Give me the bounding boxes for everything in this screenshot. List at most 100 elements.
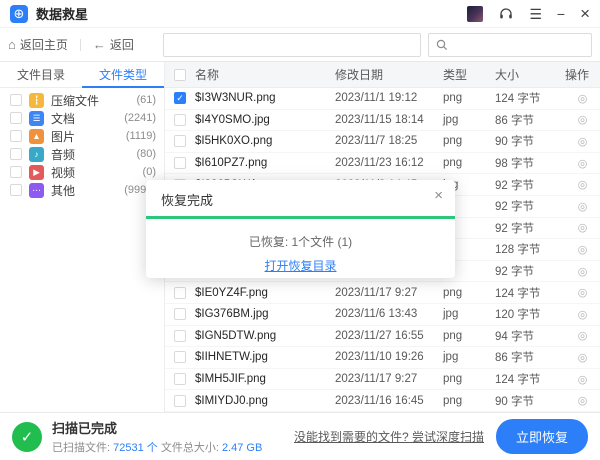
minimize-icon[interactable]: − [557, 7, 565, 21]
table-row[interactable]: ✓ $I610PZ7.png 2023/11/23 16:12 png 98 字… [165, 153, 600, 175]
row-checkbox[interactable]: ✓ [174, 373, 186, 385]
home-label: 返回主页 [20, 36, 68, 53]
app-title: 数据救星 [36, 4, 88, 23]
table-row[interactable]: ✓ $IG376BM.jpg 2023/11/6 13:43 jpg 120 字… [165, 304, 600, 326]
row-checkbox[interactable]: ✓ [174, 330, 186, 342]
checkbox[interactable]: ✓ [10, 184, 22, 196]
preview-eye-icon[interactable]: ◎ [578, 287, 588, 299]
row-checkbox[interactable]: ✓ [174, 157, 186, 169]
preview-eye-icon[interactable]: ◎ [578, 93, 588, 105]
table-row[interactable]: ✓ $IIHNETW.jpg 2023/11/10 19:26 jpg 86 字… [165, 347, 600, 369]
table-row[interactable]: ✓ $IMH5JIF.png 2023/11/17 9:27 png 124 字… [165, 369, 600, 391]
file-size: 94 字节 [495, 328, 565, 344]
file-size: 124 字节 [495, 285, 565, 301]
close-icon[interactable]: × [580, 7, 590, 21]
file-size: 98 字节 [495, 155, 565, 171]
headset-icon[interactable] [498, 6, 514, 22]
table-row[interactable]: ✓ $IE0YZ4F.png 2023/11/17 9:27 png 124 字… [165, 282, 600, 304]
file-size: 92 字节 [495, 198, 565, 214]
dialog-close-icon[interactable]: × [434, 187, 443, 204]
checkbox[interactable]: ✓ [10, 94, 22, 106]
file-size: 92 字节 [495, 220, 565, 236]
file-date: 2023/11/7 18:25 [335, 135, 443, 147]
scanned-count: 72531 个 [113, 442, 158, 454]
preview-eye-icon[interactable]: ◎ [578, 352, 588, 364]
file-type-icon: ⋯ [29, 183, 44, 198]
file-type: jpg [443, 114, 495, 126]
row-checkbox[interactable]: ✓ [174, 351, 186, 363]
preview-eye-icon[interactable]: ◎ [578, 201, 588, 213]
row-checkbox[interactable]: ✓ [174, 114, 186, 126]
preview-eye-icon[interactable]: ◎ [578, 266, 588, 278]
checkbox[interactable]: ✓ [10, 148, 22, 160]
open-recovery-folder-link[interactable]: 打开恢复目录 [146, 257, 455, 274]
user-avatar[interactable] [467, 6, 483, 22]
row-checkbox[interactable]: ✓ [174, 287, 186, 299]
select-all-checkbox[interactable]: ✓ [174, 69, 186, 81]
back-button[interactable]: ← 返回 [93, 36, 134, 53]
preview-eye-icon[interactable]: ◎ [578, 395, 588, 407]
check-icon: ✓ [175, 93, 185, 104]
file-type-icon: ▲ [29, 129, 44, 144]
row-checkbox[interactable]: ✓ [174, 395, 186, 407]
checkbox[interactable]: ✓ [10, 166, 22, 178]
file-type: jpg [443, 351, 495, 363]
preview-eye-icon[interactable]: ◎ [578, 179, 588, 191]
file-name: $IIHNETW.jpg [195, 351, 335, 363]
home-button[interactable]: ⌂ 返回主页 [8, 36, 68, 53]
header-action: 操作 [565, 66, 600, 83]
file-date: 2023/11/27 16:55 [335, 330, 443, 342]
file-type-icon: ☰ [29, 111, 44, 126]
total-size-value: 2.47 GB [222, 442, 262, 454]
tab-file-type[interactable]: 文件类型 [82, 62, 164, 87]
menu-icon[interactable]: ☰ [529, 7, 542, 21]
checkbox[interactable]: ✓ [10, 130, 22, 142]
sidebar: 文件目录 文件类型 ✓ ┇ 压缩文件 (61) ✓ ☰ 文档 [0, 62, 165, 412]
file-type: png [443, 330, 495, 342]
file-name: $I5HK0XO.png [195, 135, 335, 147]
preview-eye-icon[interactable]: ◎ [578, 158, 588, 170]
row-checkbox[interactable]: ✓ [174, 308, 186, 320]
home-icon: ⌂ [8, 37, 16, 52]
file-type-item[interactable]: ✓ ▲ 图片 (1119) [0, 127, 164, 145]
app-logo-icon: ⊕ [10, 5, 28, 23]
search-input[interactable] [453, 38, 584, 52]
search-box[interactable] [428, 33, 592, 57]
file-type: jpg [443, 308, 495, 320]
preview-eye-icon[interactable]: ◎ [578, 114, 588, 126]
dialog-message: 已恢复: 1个文件 (1) [146, 233, 455, 250]
file-size: 92 字节 [495, 177, 565, 193]
row-checkbox[interactable]: ✓ [174, 135, 186, 147]
total-size-label: 文件总大小: [158, 442, 222, 454]
file-type-icon: ┇ [29, 93, 44, 108]
checkbox[interactable]: ✓ [10, 112, 22, 124]
preview-eye-icon[interactable]: ◎ [578, 244, 588, 256]
sidebar-tabs: 文件目录 文件类型 [0, 62, 164, 88]
tab-file-directory[interactable]: 文件目录 [0, 62, 82, 87]
recover-now-button[interactable]: 立即恢复 [496, 419, 588, 454]
scan-status-detail: 已扫描文件: 72531 个 文件总大小: 2.47 GB [52, 439, 262, 455]
path-input[interactable] [163, 33, 421, 57]
deep-scan-link[interactable]: 没能找到需要的文件? 尝试深度扫描 [294, 428, 484, 445]
row-checkbox[interactable]: ✓ [174, 92, 186, 104]
file-size: 128 字节 [495, 241, 565, 257]
table-row[interactable]: ✓ $IMIYDJ0.png 2023/11/16 16:45 png 90 字… [165, 390, 600, 412]
table-row[interactable]: ✓ $I3W3NUR.png 2023/11/1 19:12 png 124 字… [165, 88, 600, 110]
file-type-item[interactable]: ✓ ♪ 音频 (80) [0, 145, 164, 163]
file-type-item[interactable]: ✓ ⋯ 其他 (9999) [0, 181, 164, 199]
preview-eye-icon[interactable]: ◎ [578, 222, 588, 234]
back-label: 返回 [110, 36, 134, 53]
table-row[interactable]: ✓ $IGN5DTW.png 2023/11/27 16:55 png 94 字… [165, 326, 600, 348]
preview-eye-icon[interactable]: ◎ [578, 330, 588, 342]
preview-eye-icon[interactable]: ◎ [578, 374, 588, 386]
file-type-item[interactable]: ✓ ┇ 压缩文件 (61) [0, 91, 164, 109]
preview-eye-icon[interactable]: ◎ [578, 309, 588, 321]
table-row[interactable]: ✓ $I5HK0XO.png 2023/11/7 18:25 png 90 字节… [165, 131, 600, 153]
preview-eye-icon[interactable]: ◎ [578, 136, 588, 148]
file-size: 86 字节 [495, 349, 565, 365]
file-type-item[interactable]: ✓ ▶ 视频 (0) [0, 163, 164, 181]
table-row[interactable]: ✓ $I4Y0SMO.jpg 2023/11/15 18:14 jpg 86 字… [165, 110, 600, 132]
file-type-item[interactable]: ✓ ☰ 文档 (2241) [0, 109, 164, 127]
file-size: 124 字节 [495, 90, 565, 106]
file-type-count: (0) [143, 166, 156, 178]
